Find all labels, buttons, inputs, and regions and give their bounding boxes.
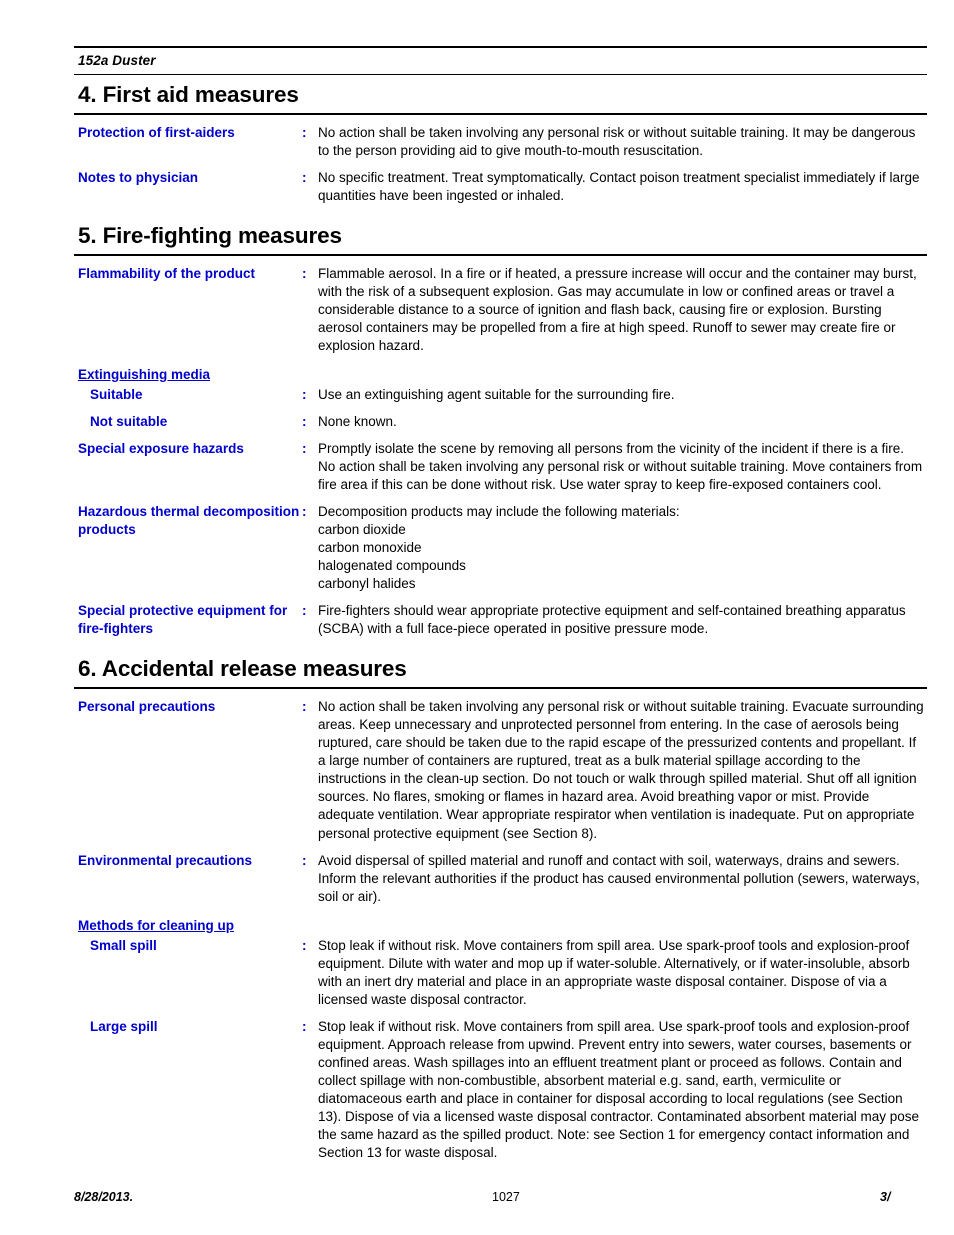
row-label: Special protective equipment for fire-fi… [78,603,288,636]
decomposition-product-item: carbon monoxide [318,540,422,556]
section-header-5: 5. Fire-fighting measures [74,219,927,256]
row-label: Small spill [90,937,157,953]
data-row: Flammability of the product : Flammable … [74,265,927,355]
row-value-intro: Decomposition products may include the f… [318,504,680,520]
data-row: Large spill : Stop leak if without risk.… [74,1018,927,1162]
decomposition-product-item: carbonyl halides [318,576,416,592]
row-value: Flammable aerosol. In a fire or if heate… [318,265,917,353]
document-body: 152a Duster 4. First aid measures Protec… [74,46,927,1162]
group-heading-methods-for-cleaning-up: Methods for cleaning up [78,917,235,933]
footer-page-number: 3/ [880,1190,891,1204]
sds-page: 152a Duster 4. First aid measures Protec… [0,0,954,1235]
row-colon: : [302,414,307,430]
row-label: Notes to physician [78,169,199,185]
row-value: None known. [318,414,397,430]
row-label: Hazardous thermal decomposition products [78,504,300,537]
group-heading-extinguishing-media: Extinguishing media [78,367,211,383]
row-colon: : [302,441,307,457]
document-running-header: 152a Duster [74,46,927,75]
section-title: 5. Fire-fighting measures [78,222,342,248]
row-label: Flammability of the product [78,265,256,281]
footer-date: 8/28/2013. [74,1190,134,1204]
row-value: Avoid dispersal of spilled material and … [318,852,920,904]
row-colon: : [302,603,307,619]
section-header-6: 6. Accidental release measures [74,652,927,690]
row-label: Suitable [90,387,143,403]
row-label: Special exposure hazards [78,441,244,457]
decomposition-product-item: carbon dioxide [318,522,406,538]
row-colon: : [302,504,307,520]
row-colon: : [302,265,307,281]
row-colon: : [302,699,307,715]
row-value: Stop leak if without risk. Move containe… [318,937,910,1007]
data-row: Environmental precautions : Avoid disper… [74,852,927,906]
data-row: Personal precautions : No action shall b… [74,698,927,842]
row-colon: : [302,387,307,403]
row-value: Promptly isolate the scene by removing a… [318,441,923,493]
data-row: Special exposure hazards : Promptly isol… [74,440,927,494]
row-colon: : [302,1018,307,1034]
row-colon: : [302,852,307,868]
row-value: Fire-fighters should wear appropriate pr… [318,603,906,637]
data-row: Small spill : Stop leak if without risk.… [74,937,927,1009]
product-name: 152a Duster [78,53,156,68]
row-label: Not suitable [90,414,168,430]
row-label: Personal precautions [78,699,216,715]
row-value: Decomposition products may include the f… [318,503,927,593]
row-colon: : [302,937,307,953]
row-label: Environmental precautions [78,852,253,868]
row-value: Stop leak if without risk. Move containe… [318,1018,920,1160]
data-row: Protection of first-aiders : No action s… [74,124,927,160]
footer-document-number: 1027 [492,1190,520,1204]
row-colon: : [302,124,307,140]
decomposition-product-item: halogenated compounds [318,558,466,574]
row-value: No action shall be taken involving any p… [318,699,924,841]
data-row: Suitable : Use an extinguishing agent su… [74,386,927,404]
row-value: No specific treatment. Treat symptomatic… [318,169,920,203]
row-colon: : [302,169,307,185]
row-label: Large spill [90,1018,158,1034]
data-row: Special protective equipment for fire-fi… [74,602,927,638]
data-row: Hazardous thermal decomposition products… [74,503,927,593]
section-header-4: 4. First aid measures [74,78,927,115]
row-label: Protection of first-aiders [78,124,235,140]
section-title: 4. First aid measures [78,81,299,107]
data-row: Not suitable : None known. [74,413,927,431]
section-title: 6. Accidental release measures [78,656,407,682]
row-value: No action shall be taken involving any p… [318,124,916,158]
row-value: Use an extinguishing agent suitable for … [318,387,675,403]
data-row: Notes to physician : No specific treatme… [74,169,927,205]
